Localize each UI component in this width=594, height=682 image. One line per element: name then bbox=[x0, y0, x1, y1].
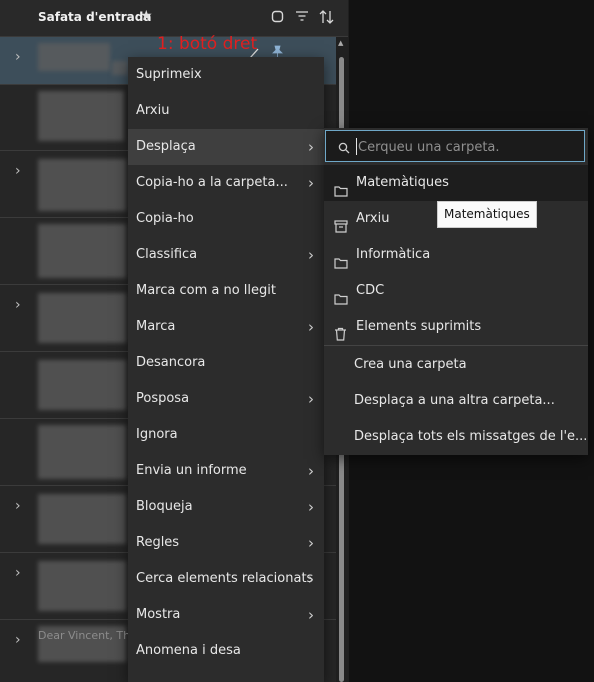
chevron-right-icon: › bbox=[308, 138, 314, 156]
menu-item-label: Marca com a no llegit bbox=[136, 283, 276, 298]
menu-item-delete[interactable]: Suprimeix bbox=[128, 57, 324, 93]
filter-icon[interactable] bbox=[295, 10, 309, 26]
folder-item-matematiques[interactable]: Matemàtiques bbox=[324, 165, 588, 201]
mail-list-header: Safata d'entrada ★ bbox=[0, 0, 348, 37]
context-menu: Suprimeix Arxiu Desplaça › Copia-ho a la … bbox=[128, 57, 324, 682]
menu-item-label: Posposa bbox=[136, 391, 190, 406]
chevron-right-icon: › bbox=[308, 606, 314, 624]
search-icon bbox=[338, 139, 350, 158]
blurred-content bbox=[38, 159, 126, 211]
folder-search-input[interactable] bbox=[356, 136, 580, 158]
sort-icon[interactable] bbox=[319, 10, 334, 28]
menu-item-label: Marca bbox=[136, 319, 176, 334]
menu-item-move[interactable]: Desplaça › bbox=[128, 129, 324, 165]
menu-item-view[interactable]: Mostra › bbox=[128, 597, 324, 633]
menu-item-label: Classifica bbox=[136, 247, 198, 262]
menu-item-archive[interactable]: Arxiu bbox=[128, 93, 324, 129]
expand-chevron-icon[interactable]: › bbox=[15, 498, 21, 514]
expand-chevron-icon[interactable]: › bbox=[15, 297, 21, 313]
chevron-right-icon: › bbox=[308, 570, 314, 588]
menu-item-label: Desancora bbox=[136, 355, 206, 370]
folder-item-informatica[interactable]: Informàtica bbox=[324, 237, 588, 273]
folder-item-label: Matemàtiques bbox=[356, 175, 449, 190]
chevron-right-icon: › bbox=[308, 318, 314, 336]
mail-preview-text: Dear Vincent, Thi bbox=[38, 629, 134, 642]
move-submenu: Matemàtiques Arxiu Informàtica CDC Eleme… bbox=[324, 128, 588, 455]
chevron-right-icon: › bbox=[308, 390, 314, 408]
blurred-content bbox=[38, 293, 126, 343]
chevron-right-icon: › bbox=[308, 534, 314, 552]
annotation-step-1: 1: botó dret bbox=[157, 34, 258, 54]
submenu-divider bbox=[324, 345, 588, 346]
folder-search-box[interactable] bbox=[325, 130, 585, 162]
folder-item-label: Elements suprimits bbox=[356, 319, 482, 334]
menu-item-save-as[interactable]: Anomena i desa bbox=[128, 633, 324, 669]
folder-item-label: CDC bbox=[356, 283, 385, 298]
menu-item-label: Regles bbox=[136, 535, 180, 550]
menu-item-label: Cerca elements relacionats bbox=[136, 571, 314, 586]
folder-tooltip: Matemàtiques bbox=[437, 201, 537, 228]
chevron-right-icon: › bbox=[308, 174, 314, 192]
select-mode-icon[interactable] bbox=[271, 10, 284, 27]
menu-item-label: Anomena i desa bbox=[136, 643, 241, 658]
menu-item-label: Suprimeix bbox=[136, 67, 202, 82]
favorite-star-icon[interactable]: ★ bbox=[140, 8, 153, 24]
menu-item-copy-to-folder[interactable]: Copia-ho a la carpeta... › bbox=[128, 165, 324, 201]
menu-item-label: Envia un informe bbox=[136, 463, 247, 478]
scroll-up-arrow-icon[interactable]: ▲ bbox=[338, 39, 343, 47]
menu-item-find-related[interactable]: Cerca elements relacionats › bbox=[128, 561, 324, 597]
menu-item-label: Copia-ho bbox=[136, 211, 194, 226]
chevron-right-icon: › bbox=[308, 246, 314, 264]
menu-item-block[interactable]: Bloqueja › bbox=[128, 489, 324, 525]
menu-item-categorize[interactable]: Classifica › bbox=[128, 237, 324, 273]
folder-title: Safata d'entrada bbox=[38, 10, 152, 24]
folder-item-cdc[interactable]: CDC bbox=[324, 273, 588, 309]
menu-item-label: Ignora bbox=[136, 427, 178, 442]
folder-item-deleted[interactable]: Elements suprimits bbox=[324, 309, 588, 345]
folder-item-label: Arxiu bbox=[356, 211, 390, 226]
blurred-content bbox=[38, 43, 110, 71]
menu-item-ignore[interactable]: Ignora bbox=[128, 417, 324, 453]
expand-chevron-icon[interactable]: › bbox=[15, 163, 21, 179]
move-other-folder-action[interactable]: Desplaça a una altra carpeta... bbox=[354, 393, 555, 408]
menu-item-unpin[interactable]: Desancora bbox=[128, 345, 324, 381]
chevron-right-icon: › bbox=[308, 498, 314, 516]
menu-item-label: Bloqueja bbox=[136, 499, 193, 514]
menu-item-label: Copia-ho a la carpeta... bbox=[136, 175, 288, 190]
create-folder-action[interactable]: Crea una carpeta bbox=[354, 357, 467, 372]
expand-chevron-icon[interactable]: › bbox=[15, 565, 21, 581]
menu-item-label: Mostra bbox=[136, 607, 181, 622]
chevron-right-icon: › bbox=[308, 462, 314, 480]
blurred-content bbox=[38, 561, 126, 611]
menu-item-flag[interactable]: Marca › bbox=[128, 309, 324, 345]
move-all-messages-action[interactable]: Desplaça tots els missatges de l'e... bbox=[354, 429, 587, 444]
expand-chevron-icon[interactable]: › bbox=[15, 49, 21, 65]
menu-item-mark-unread[interactable]: Marca com a no llegit bbox=[128, 273, 324, 309]
expand-chevron-icon[interactable]: › bbox=[15, 632, 21, 648]
trash-icon bbox=[334, 320, 347, 356]
menu-item-label: Arxiu bbox=[136, 103, 170, 118]
menu-item-report[interactable]: Envia un informe › bbox=[128, 453, 324, 489]
menu-item-rules[interactable]: Regles › bbox=[128, 525, 324, 561]
blurred-content bbox=[38, 91, 124, 141]
menu-item-label: Desplaça bbox=[136, 139, 196, 154]
blurred-content bbox=[112, 61, 128, 75]
folder-item-label: Informàtica bbox=[356, 247, 431, 262]
menu-item-copy[interactable]: Copia-ho bbox=[128, 201, 324, 237]
blurred-content bbox=[38, 425, 126, 479]
blurred-content bbox=[38, 494, 126, 544]
menu-item-snooze[interactable]: Posposa › bbox=[128, 381, 324, 417]
blurred-content bbox=[38, 360, 126, 410]
blurred-content bbox=[38, 224, 126, 278]
